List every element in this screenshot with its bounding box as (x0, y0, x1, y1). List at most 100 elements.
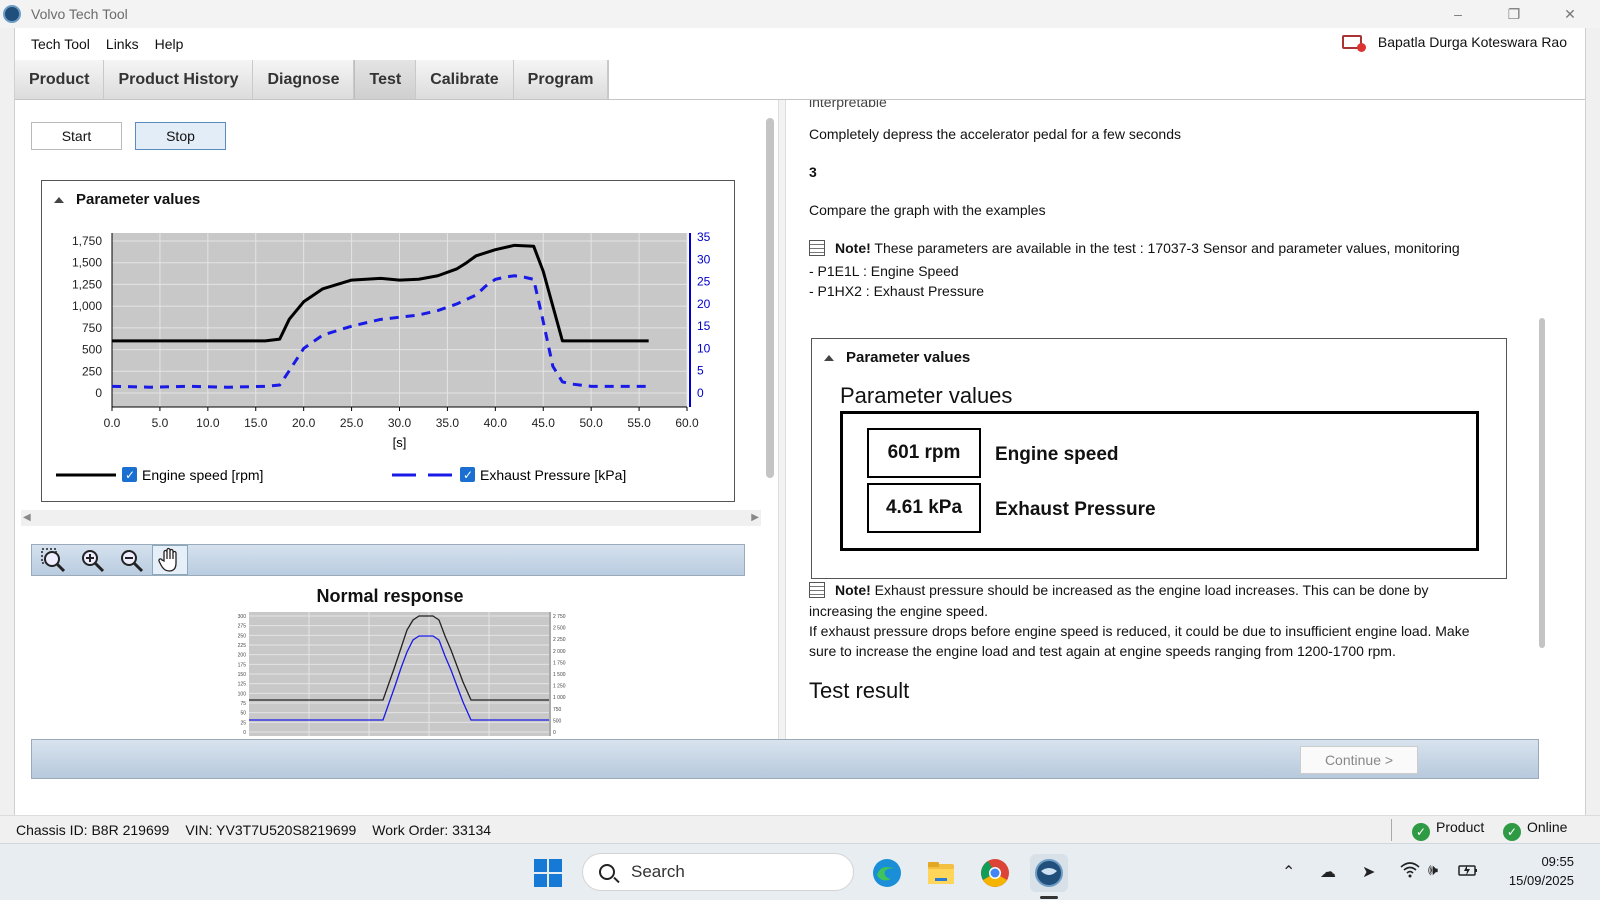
param-1-text: - P1E1L : Engine Speed (809, 263, 959, 279)
tab-diagnose[interactable]: Diagnose (253, 60, 355, 99)
file-explorer-icon[interactable] (922, 854, 960, 892)
reference-right-tick: 2 750 (553, 614, 566, 620)
tab-test[interactable]: Test (354, 60, 417, 99)
note-2: Note! Exhaust pressure should be increas… (809, 582, 1429, 598)
online-status: ✓ Online (1503, 819, 1567, 841)
app-window: Tech Tool Links Help Bapatla Durga Kotes… (14, 28, 1586, 815)
step-number: 3 (809, 164, 817, 180)
reference-right-tick: 2 500 (553, 626, 566, 632)
right-panel-scrollbar[interactable] (1539, 318, 1545, 648)
edge-icon[interactable] (868, 854, 906, 892)
x-tick-label: 15.0 (244, 416, 268, 430)
tab-product[interactable]: Product (15, 60, 105, 99)
user-card-icon (1341, 35, 1366, 52)
vin: VIN: YV3T7U520S8219699 (185, 821, 357, 838)
minimize-button[interactable]: – (1430, 0, 1486, 28)
y-left-tick-label: 1,000 (72, 299, 102, 313)
clock-time: 09:55 (1541, 854, 1574, 869)
zoom-out-icon[interactable] (113, 545, 149, 575)
x-tick-label: 20.0 (292, 416, 316, 430)
action-bar: Continue > (31, 739, 1539, 779)
parameter-values-heading: Parameter values (846, 349, 971, 366)
scroll-right-icon[interactable]: ▶ (751, 512, 759, 523)
search-icon (599, 864, 615, 880)
wifi-icon[interactable] (1400, 862, 1420, 883)
volume-icon[interactable]: 🕪 (1428, 862, 1438, 880)
reference-right-tick: 2 250 (553, 637, 566, 643)
parameter-chart[interactable]: 0.0 5.0 10.0 15.0 20.0 25.0 30.0 35.0 40.0 45.0 50… (42, 181, 736, 503)
menu-links[interactable]: Links (98, 36, 147, 52)
start-button[interactable]: Start (31, 122, 122, 150)
note-2-line-4: sure to increase the engine load and tes… (809, 643, 1396, 659)
reference-left-tick: 175 (238, 662, 247, 668)
y-right-tick-label: 15 (697, 319, 711, 333)
taskbar-search-label: Search (631, 862, 685, 881)
note-2-line-2: increasing the engine speed. (809, 603, 989, 619)
y-left-tick-label: 1,250 (72, 277, 102, 291)
note-1-label: Note! (835, 240, 871, 256)
tab-bar-filler (608, 60, 1585, 99)
chassis-id: Chassis ID: B8R 219699 (16, 821, 170, 838)
chevron-up-icon[interactable]: ⌃ (1282, 862, 1295, 882)
x-tick-label: 10.0 (196, 416, 220, 430)
continue-button[interactable]: Continue > (1300, 746, 1418, 774)
product-status-label: Product (1436, 818, 1485, 835)
y-left-tick-label: 750 (82, 321, 102, 335)
pan-hand-icon[interactable] (152, 545, 188, 575)
parameter-values-box-header[interactable]: Parameter values (824, 349, 970, 366)
horizontal-scrollbar[interactable]: ◀ ▶ (21, 510, 761, 526)
x-tick-label: 55.0 (627, 416, 651, 430)
tab-calibrate[interactable]: Calibrate (416, 60, 514, 99)
zoom-fit-icon[interactable] (35, 545, 71, 575)
tab-product-history[interactable]: Product History (104, 60, 254, 99)
battery-icon[interactable] (1458, 862, 1480, 883)
test-result-heading: Test result (809, 678, 910, 703)
restore-button[interactable]: ❐ (1486, 0, 1542, 28)
location-icon[interactable]: ➤ (1362, 862, 1375, 882)
reference-left-tick: 250 (238, 633, 247, 639)
reference-right-tick: 500 (553, 718, 562, 724)
parameter-values-title: Parameter values (840, 383, 1013, 408)
user-info[interactable]: Bapatla Durga Koteswara Rao (1341, 34, 1567, 52)
chart-toolbar (31, 544, 745, 576)
y-left-tick-label: 250 (82, 364, 102, 378)
reference-left-tick: 275 (238, 624, 247, 630)
taskbar-clock[interactable]: 09:55 15/09/2025 (1509, 852, 1574, 890)
check-icon: ✓ (463, 468, 473, 482)
y-right-tick-label: 35 (697, 230, 711, 244)
check-icon: ✓ (1412, 822, 1430, 841)
panel-splitter[interactable] (778, 100, 786, 740)
user-name: Bapatla Durga Koteswara Rao (1377, 34, 1567, 50)
reference-right-tick: 1 250 (553, 684, 566, 690)
zoom-in-icon[interactable] (74, 545, 110, 575)
exhaust-pressure-value: 4.61 kPa (867, 483, 981, 533)
left-panel-scrollbar[interactable] (766, 118, 774, 478)
taskbar-search[interactable]: Search (582, 853, 854, 891)
menu-tech-tool[interactable]: Tech Tool (15, 36, 98, 52)
exhaust-pressure-label: Exhaust Pressure (995, 499, 1156, 520)
x-tick-label: 25.0 (340, 416, 364, 430)
reference-left-tick: 0 (243, 730, 246, 736)
x-tick-label: 30.0 (388, 416, 412, 430)
collapse-icon (824, 354, 834, 361)
y-right-tick-label: 25 (697, 275, 711, 289)
reference-left-tick: 25 (240, 720, 246, 726)
menu-help[interactable]: Help (147, 36, 192, 52)
x-tick-label: 45.0 (532, 416, 556, 430)
scroll-left-icon[interactable]: ◀ (23, 512, 31, 523)
y-left-tick-label: 1,500 (72, 256, 102, 270)
close-button[interactable]: ✕ (1542, 0, 1598, 28)
chrome-icon[interactable] (976, 854, 1014, 892)
note-icon (809, 582, 825, 598)
windows-taskbar: Search ⌃ ☁ ➤ 🕪 09:55 15/09/2025 (0, 843, 1600, 900)
cloud-sync-icon[interactable]: ☁ (1320, 862, 1336, 882)
reference-left-tick: 125 (238, 682, 247, 688)
x-axis-label: [s] (393, 435, 407, 450)
main-tabs: Product Product History Diagnose Test Ca… (15, 60, 1585, 100)
stop-button[interactable]: Stop (135, 122, 226, 150)
note-2-line-3: If exhaust pressure drops before engine … (809, 623, 1470, 639)
windows-start-icon[interactable] (534, 859, 562, 887)
tech-tool-taskbar-icon[interactable] (1030, 854, 1068, 892)
reference-left-tick: 100 (238, 691, 247, 697)
tab-program[interactable]: Program (514, 60, 609, 99)
